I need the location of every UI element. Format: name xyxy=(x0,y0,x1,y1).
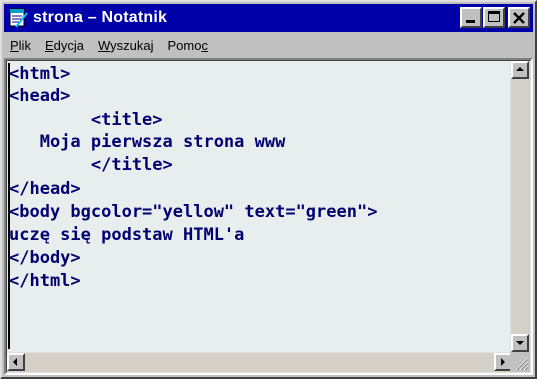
window-controls xyxy=(459,7,530,28)
menu-plik[interactable]: Plik xyxy=(4,38,38,53)
code-line-1: <html> xyxy=(9,64,71,84)
menu-pomoc-mnemonic: c xyxy=(201,37,208,53)
title-bar[interactable]: strona – Notatnik xyxy=(4,4,533,32)
scroll-down-button[interactable] xyxy=(511,334,529,352)
menu-wyszukaj-rest: yszukaj xyxy=(110,37,154,53)
menu-plik-mnemonic: P xyxy=(10,37,19,53)
scroll-left-button[interactable] xyxy=(7,353,25,371)
size-grip[interactable] xyxy=(510,352,530,372)
close-button[interactable] xyxy=(508,7,530,28)
editor-frame: <html> <head> <title> Moja pierwsza stro… xyxy=(4,58,533,375)
arrow-up-icon xyxy=(516,67,524,71)
vertical-scrollbar[interactable] xyxy=(510,61,530,352)
menu-bar: Plik Edycja Wyszukaj Pomoc xyxy=(4,34,533,56)
code-line-6: </head> xyxy=(9,179,81,199)
menu-pomoc[interactable]: Pomoc xyxy=(161,38,215,53)
window-title: strona – Notatnik xyxy=(33,9,168,26)
minimize-button[interactable] xyxy=(460,7,482,28)
menu-edycja-mnemonic: E xyxy=(44,37,54,53)
scroll-up-button[interactable] xyxy=(511,61,529,79)
minimize-icon xyxy=(466,20,475,23)
maximize-button[interactable] xyxy=(483,7,505,28)
menu-edycja[interactable]: Edycja xyxy=(38,38,91,53)
close-icon xyxy=(513,11,525,29)
code-line-8: uczę się podstaw HTML'a xyxy=(9,225,245,245)
notepad-window: strona – Notatnik Plik Edycja Wyszukaj P… xyxy=(0,0,537,379)
code-line-10: </html> xyxy=(9,271,81,291)
arrow-left-icon xyxy=(13,358,17,366)
notepad-icon[interactable] xyxy=(7,7,29,29)
editor-inner-border: <html> <head> <title> Moja pierwsza stro… xyxy=(6,60,531,373)
arrow-down-icon xyxy=(516,341,524,345)
maximize-icon xyxy=(488,11,500,22)
code-line-9: </body> xyxy=(9,248,81,268)
menu-wyszukaj[interactable]: Wyszukaj xyxy=(91,38,161,53)
resize-grip-icon xyxy=(515,357,529,371)
code-line-3: <title> xyxy=(9,110,163,130)
menu-wyszukaj-mnemonic: W xyxy=(97,37,111,53)
code-line-5: </title> xyxy=(9,155,173,175)
code-line-2: <head> xyxy=(9,86,71,106)
code-line-7: <body bgcolor="yellow" text="green"> xyxy=(9,202,378,222)
code-line-4: Moja pierwsza strona www xyxy=(9,132,286,152)
menu-plik-rest: lik xyxy=(18,37,31,53)
arrow-right-icon xyxy=(501,358,505,366)
horizontal-scrollbar[interactable] xyxy=(7,352,512,372)
menu-edycja-rest: dycja xyxy=(53,37,84,53)
menu-pomoc-rest: Pomo xyxy=(167,37,202,53)
text-editor[interactable]: <html> <head> <title> Moja pierwsza stro… xyxy=(7,61,512,352)
